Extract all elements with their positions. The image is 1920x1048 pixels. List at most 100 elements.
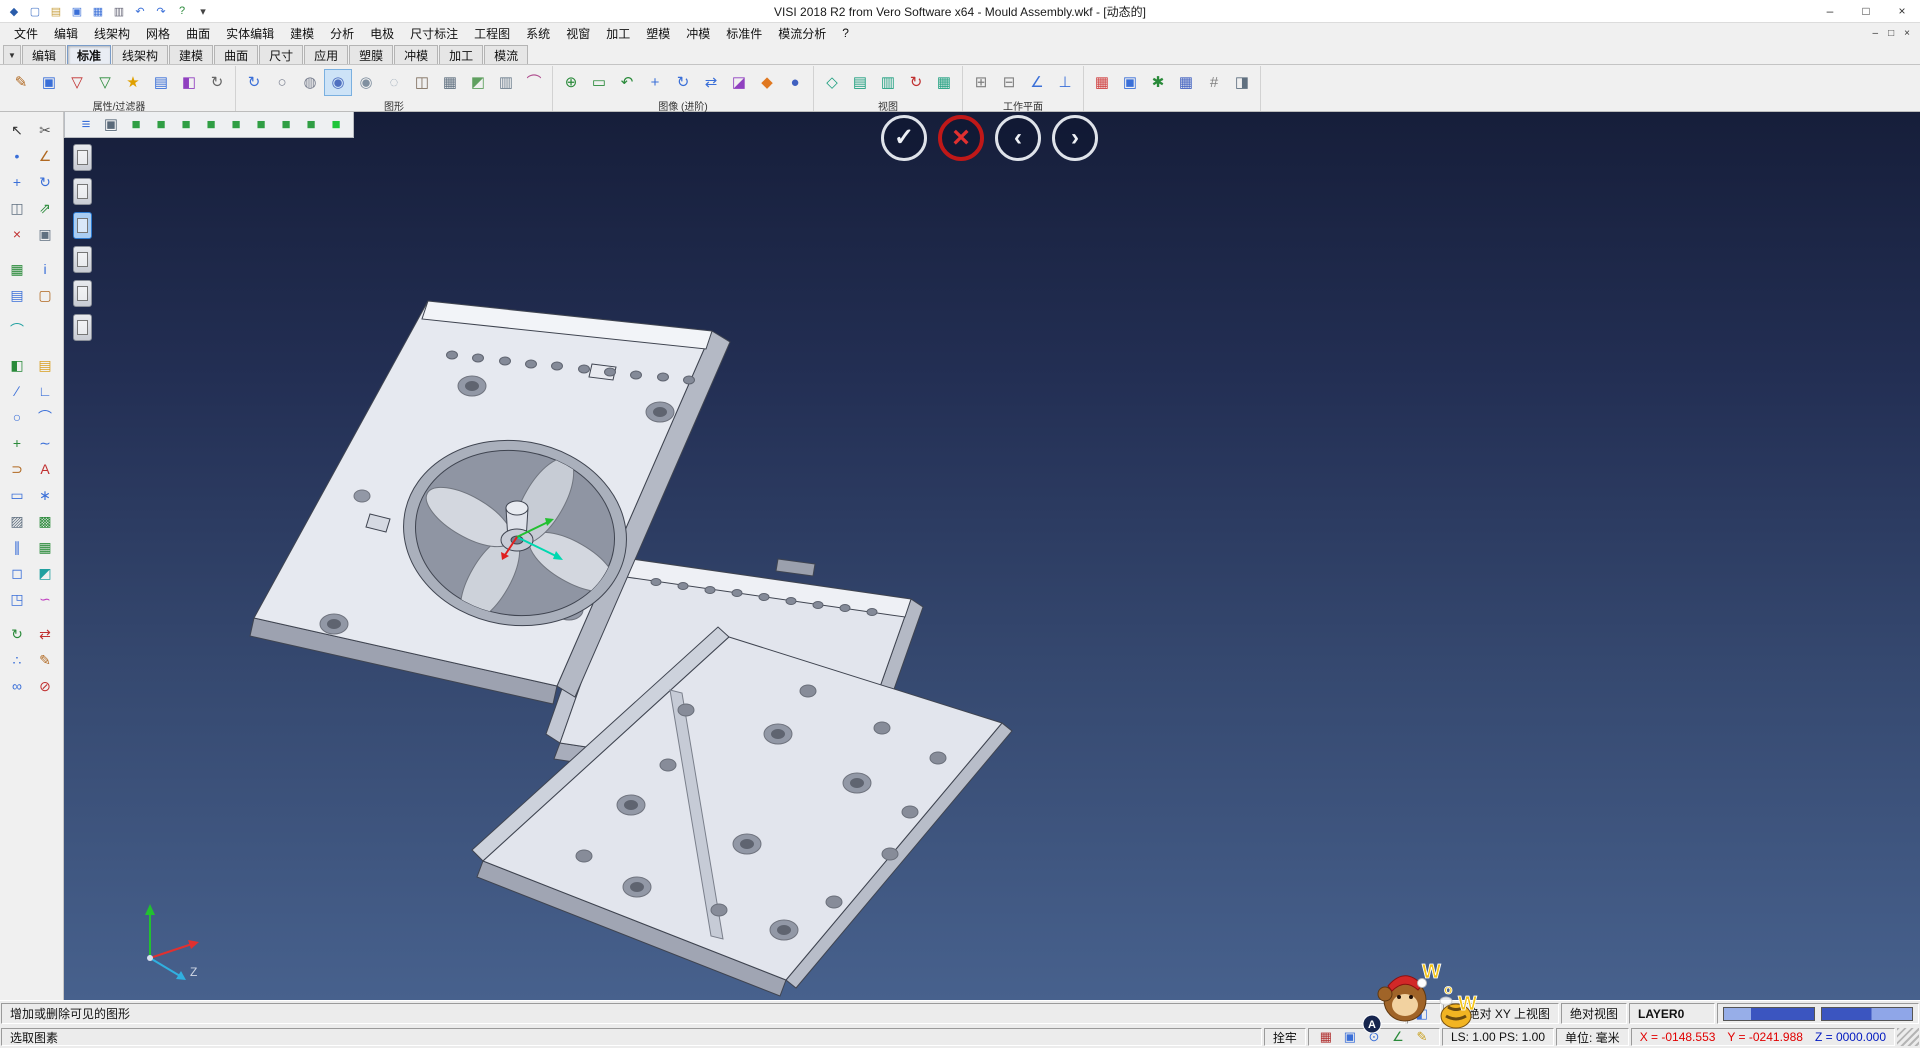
zoom-window-icon[interactable]: ▭ bbox=[585, 69, 613, 96]
text-icon[interactable]: A bbox=[31, 456, 59, 482]
snap-settings-icon[interactable]: # bbox=[1200, 69, 1228, 96]
next-button[interactable]: › bbox=[1052, 115, 1098, 161]
color-palette-icon[interactable]: ▦ bbox=[1088, 69, 1116, 96]
scale-icon[interactable]: ⇗ bbox=[31, 195, 59, 221]
menu-item[interactable]: 分析 bbox=[322, 25, 362, 42]
tab-machining[interactable]: 加工 bbox=[439, 45, 483, 64]
help-icon[interactable]: ? bbox=[173, 3, 191, 20]
filter-text-icon[interactable] bbox=[73, 280, 92, 307]
zebra-analysis-icon[interactable]: ▥ bbox=[492, 69, 520, 96]
pencil-icon[interactable]: ✎ bbox=[31, 647, 59, 673]
cancel-button[interactable]: × bbox=[938, 115, 984, 161]
point-plus-icon[interactable]: + bbox=[3, 430, 31, 456]
copy-attributes-icon[interactable]: ▣ bbox=[35, 69, 63, 96]
quick-filter-icon[interactable]: ▽ bbox=[91, 69, 119, 96]
filter-solids-icon[interactable] bbox=[73, 144, 92, 171]
surface-icon[interactable]: ◩ bbox=[31, 560, 59, 586]
attach-icon[interactable]: ∞ bbox=[3, 673, 31, 699]
new-file-icon[interactable]: ▢ bbox=[26, 3, 44, 20]
menu-item[interactable]: 电极 bbox=[362, 25, 402, 42]
front-view-icon[interactable]: ▥ bbox=[874, 69, 902, 96]
menu-item[interactable]: 冲模 bbox=[678, 25, 718, 42]
view-manager-icon[interactable]: ▦ bbox=[930, 69, 958, 96]
hidden-line-display-icon[interactable]: ◍ bbox=[296, 69, 324, 96]
filter-surfaces-icon[interactable] bbox=[73, 178, 92, 205]
multi-view-icon[interactable]: ▦ bbox=[436, 69, 464, 96]
app-icon[interactable]: ◆ bbox=[5, 3, 23, 20]
group-icon[interactable]: ▦ bbox=[3, 256, 31, 282]
purge-icon[interactable]: ⊘ bbox=[31, 673, 59, 699]
grid-settings-icon[interactable]: ▦ bbox=[1172, 69, 1200, 96]
mirror-icon[interactable]: ◫ bbox=[3, 195, 31, 221]
copy-icon[interactable]: ▣ bbox=[31, 221, 59, 247]
iso-view-icon[interactable]: ◇ bbox=[818, 69, 846, 96]
polyline-icon[interactable]: ∟ bbox=[31, 378, 59, 404]
workplane-normal-icon[interactable]: ⊥ bbox=[1051, 69, 1079, 96]
filter-wireframe-icon[interactable] bbox=[73, 212, 92, 239]
highlight-icon[interactable]: ★ bbox=[119, 69, 147, 96]
tab-surface[interactable]: 曲面 bbox=[214, 45, 258, 64]
menu-item[interactable]: 编辑 bbox=[46, 25, 86, 42]
menu-item[interactable]: 工程图 bbox=[466, 25, 518, 42]
grid-icon[interactable]: ▦ bbox=[31, 534, 59, 560]
filter-points-icon[interactable] bbox=[73, 246, 92, 273]
shaded-display-icon[interactable]: ◉ bbox=[324, 69, 352, 96]
tab-dimension[interactable]: 尺寸 bbox=[259, 45, 303, 64]
delete-icon[interactable]: × bbox=[3, 221, 31, 247]
layer-manager-icon[interactable]: ≡ bbox=[75, 115, 97, 135]
tab-flow[interactable]: 模流 bbox=[484, 45, 528, 64]
tab-stamping[interactable]: 冲模 bbox=[394, 45, 438, 64]
mdi-minimize-button[interactable]: – bbox=[1873, 28, 1879, 39]
screen-config-icon[interactable]: ▣ bbox=[1116, 69, 1144, 96]
fill-color-icon[interactable]: ◧ bbox=[3, 352, 31, 378]
snap-point-icon[interactable]: • bbox=[3, 143, 31, 169]
transparent-display-icon[interactable]: ◌ bbox=[380, 69, 408, 96]
menu-item[interactable]: 尺寸标注 bbox=[402, 25, 466, 42]
maximize-button[interactable]: □ bbox=[1848, 0, 1884, 22]
points-icon[interactable]: ∴ bbox=[3, 647, 31, 673]
curve-icon[interactable]: ⌒ bbox=[3, 317, 31, 343]
filter-dimensions-icon[interactable] bbox=[73, 314, 92, 341]
shaded-edges-display-icon[interactable]: ◉ bbox=[352, 69, 380, 96]
rotate-icon[interactable]: ↻ bbox=[31, 169, 59, 195]
print-icon[interactable]: ▥ bbox=[110, 3, 128, 20]
view-cube-front-icon[interactable]: ■ bbox=[175, 115, 197, 135]
menu-item[interactable]: 实体编辑 bbox=[218, 25, 282, 42]
info-icon[interactable]: i bbox=[31, 256, 59, 282]
menu-item[interactable]: 标准件 bbox=[718, 25, 770, 42]
view-cube-top-icon[interactable]: ■ bbox=[150, 115, 172, 135]
clipping-plane-icon[interactable]: ◪ bbox=[725, 69, 753, 96]
shaded-view-icon[interactable]: ■ bbox=[325, 115, 347, 135]
color-filter-icon[interactable]: ◧ bbox=[175, 69, 203, 96]
open-file-icon[interactable]: ▤ bbox=[47, 3, 65, 20]
workplane-3points-icon[interactable]: ∠ bbox=[1023, 69, 1051, 96]
system-info-icon[interactable]: ◨ bbox=[1228, 69, 1256, 96]
menu-item[interactable]: 加工 bbox=[598, 25, 638, 42]
render-settings-icon[interactable]: ◆ bbox=[753, 69, 781, 96]
trim-icon[interactable]: ✂ bbox=[31, 117, 59, 143]
spline-icon[interactable]: ∼ bbox=[31, 430, 59, 456]
tab-moulding[interactable]: 塑膜 bbox=[349, 45, 393, 64]
view-cube-iso-icon[interactable]: ■ bbox=[125, 115, 147, 135]
line-icon[interactable]: ∕ bbox=[3, 378, 31, 404]
menu-item[interactable]: 曲面 bbox=[178, 25, 218, 42]
wireframe-box-icon[interactable]: ◳ bbox=[3, 586, 31, 612]
tab-application[interactable]: 应用 bbox=[304, 45, 348, 64]
zoom-previous-icon[interactable]: ↶ bbox=[613, 69, 641, 96]
freeform-icon[interactable]: ∽ bbox=[31, 586, 59, 612]
reset-filter-icon[interactable]: ↻ bbox=[203, 69, 231, 96]
draft-analysis-icon[interactable]: ◩ bbox=[464, 69, 492, 96]
menu-item[interactable]: 系统 bbox=[518, 25, 558, 42]
mdi-restore-button[interactable]: □ bbox=[1888, 28, 1894, 39]
top-view-icon[interactable]: ▤ bbox=[846, 69, 874, 96]
move-icon[interactable]: + bbox=[3, 169, 31, 195]
view-cube-right-icon[interactable]: ■ bbox=[250, 115, 272, 135]
parallel-icon[interactable]: ∥ bbox=[3, 534, 31, 560]
refresh-icon[interactable]: ↻ bbox=[3, 621, 31, 647]
minimize-button[interactable]: – bbox=[1812, 0, 1848, 22]
viewport-3d[interactable]: ≡ ▣ ■ ■ ■ bbox=[64, 112, 1920, 1000]
previous-button[interactable]: ‹ bbox=[995, 115, 1041, 161]
view-mode-indicator[interactable]: 绝对视图 bbox=[1561, 1003, 1627, 1024]
menu-item[interactable]: 线架构 bbox=[86, 25, 138, 42]
tab-list-dropdown[interactable]: ▼ bbox=[3, 45, 21, 64]
